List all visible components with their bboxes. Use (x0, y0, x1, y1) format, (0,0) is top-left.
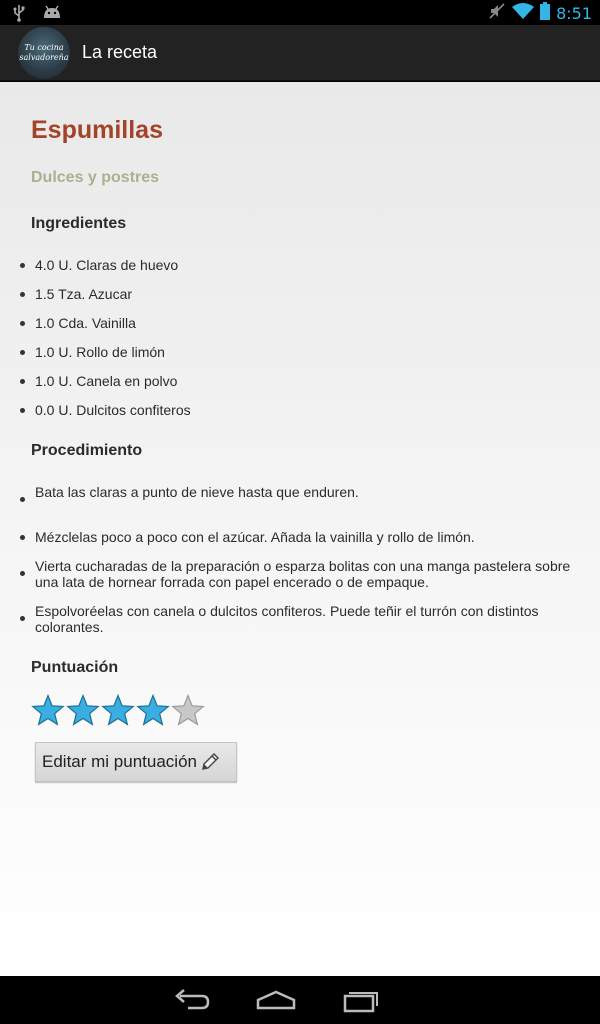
ingredient-text: 4.0 U. Claras de huevo (35, 257, 179, 273)
ingredient-item: 1.0 U. Canela en polvo (20, 373, 580, 389)
procedure-step-text: Espolvoréelas con canela o dulcitos conf… (35, 603, 539, 635)
recipe-content[interactable]: Espumillas Dulces y postres Ingredientes… (0, 82, 600, 976)
ingredient-text: 1.0 U. Canela en polvo (35, 373, 178, 389)
ingredients-heading: Ingredientes (31, 215, 127, 232)
bullet-icon (20, 571, 25, 576)
bullet-icon (20, 497, 25, 502)
ingredient-item: 1.5 Tza. Azucar (20, 286, 580, 302)
procedure-step: Espolvoréelas con canela o dulcitos conf… (20, 603, 580, 635)
bullet-icon (20, 616, 25, 621)
recipe-title: Espumillas (31, 116, 163, 144)
bullet-icon (20, 379, 25, 384)
procedure-step: Mézclelas poco a poco con el azúcar. Aña… (20, 529, 580, 545)
back-button[interactable] (168, 984, 216, 1016)
star-empty-icon[interactable] (171, 694, 205, 728)
app-logo-line1: Tu cocina (24, 42, 64, 52)
edit-rating-button-label: Editar mi puntuación (42, 752, 197, 771)
rating-heading: Puntuación (31, 659, 119, 676)
bullet-icon (20, 263, 25, 268)
star-filled-icon[interactable] (66, 694, 100, 728)
android-icon (42, 4, 62, 27)
app-logo-line2: salvadoreña (19, 52, 69, 62)
mute-icon (488, 2, 506, 25)
action-bar: Tu cocina salvadoreña La receta (0, 25, 600, 81)
star-filled-icon[interactable] (136, 694, 170, 728)
ingredient-item: 0.0 U. Dulcitos confiteros (20, 402, 580, 418)
ingredient-text: 1.0 Cda. Vainilla (35, 315, 136, 331)
battery-icon (540, 2, 551, 25)
procedure-step-text: Bata las claras a punto de nieve hasta q… (35, 484, 359, 500)
ingredient-text: 1.0 U. Rollo de limón (35, 344, 165, 360)
procedure-heading: Procedimiento (31, 442, 143, 459)
wifi-icon (512, 2, 535, 25)
recipe-category: Dulces y postres (31, 169, 160, 186)
bullet-icon (20, 321, 25, 326)
procedure-step-text: Vierta cucharadas de la preparación o es… (35, 558, 571, 590)
home-button[interactable] (252, 984, 300, 1016)
navigation-bar (0, 976, 600, 1024)
pencil-icon (199, 751, 221, 773)
procedure-step: Vierta cucharadas de la preparación o es… (20, 558, 580, 590)
edit-rating-button[interactable]: Editar mi puntuación (35, 742, 237, 782)
status-clock: 8:51 (556, 4, 592, 23)
rating-bar (31, 694, 205, 728)
app-logo[interactable]: Tu cocina salvadoreña (18, 26, 70, 79)
bullet-icon (20, 535, 25, 540)
ingredient-text: 0.0 U. Dulcitos confiteros (35, 402, 191, 418)
usb-icon (12, 4, 26, 27)
procedure-step: Bata las claras a punto de nieve hasta q… (20, 484, 580, 502)
bullet-icon (20, 350, 25, 355)
ingredient-item: 1.0 Cda. Vainilla (20, 315, 580, 331)
status-bar: 8:51 (0, 0, 600, 25)
bullet-icon (20, 408, 25, 413)
bullet-icon (20, 292, 25, 297)
action-bar-title: La receta (82, 42, 158, 62)
star-filled-icon[interactable] (31, 694, 65, 728)
star-filled-icon[interactable] (101, 694, 135, 728)
ingredient-text: 1.5 Tza. Azucar (35, 286, 133, 302)
recent-apps-button[interactable] (336, 984, 384, 1016)
procedure-step-text: Mézclelas poco a poco con el azúcar. Aña… (35, 529, 475, 545)
ingredient-item: 1.0 U. Rollo de limón (20, 344, 580, 360)
ingredient-item: 4.0 U. Claras de huevo (20, 257, 580, 273)
